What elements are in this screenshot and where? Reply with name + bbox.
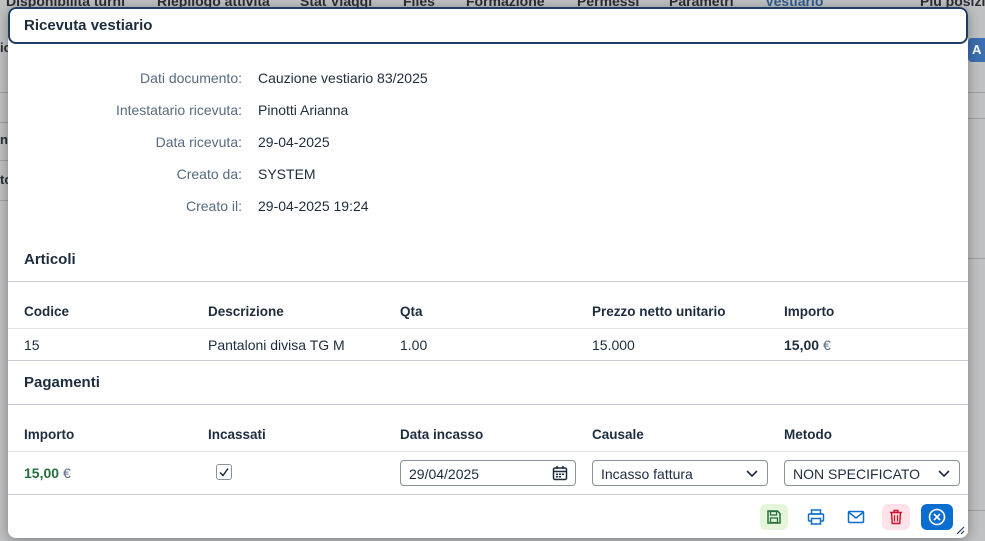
- articles-col-prezzo: Prezzo netto unitario: [592, 304, 726, 319]
- payments-col-data-incasso: Data incasso: [400, 427, 484, 442]
- detail-row-date: Data ricevuta: 29-04-2025: [8, 134, 968, 154]
- causale-select[interactable]: Incasso fattura: [592, 460, 768, 486]
- detail-label: Creato il:: [185, 198, 242, 214]
- article-importo-value: 15,00: [784, 337, 820, 353]
- delete-button[interactable]: [882, 504, 910, 530]
- bg-divider: [968, 92, 985, 93]
- payments-section-title: Pagamenti: [24, 374, 100, 391]
- save-button[interactable]: [760, 504, 788, 530]
- detail-value: SYSTEM: [258, 166, 316, 182]
- section-divider: [8, 360, 968, 361]
- incassato-checkbox[interactable]: [216, 464, 232, 480]
- currency-symbol: €: [822, 337, 831, 353]
- dialog-header[interactable]: Ricevuta vestiario: [8, 7, 968, 44]
- calendar-icon[interactable]: [552, 465, 568, 481]
- article-prezzo: 15.000: [592, 337, 635, 353]
- resize-grip-icon[interactable]: [955, 525, 965, 535]
- detail-label: Creato da:: [176, 166, 242, 182]
- table-header-divider: [8, 451, 968, 452]
- data-incasso-value: 29/04/2025: [409, 466, 480, 482]
- save-icon: [767, 510, 781, 524]
- close-circle-icon: [928, 508, 946, 526]
- payments-col-causale: Causale: [592, 427, 644, 442]
- bg-divider: [968, 118, 985, 119]
- bg-divider: [0, 92, 8, 93]
- metodo-value: NON SPECIFICATO: [793, 466, 921, 482]
- table-header-divider: [8, 328, 968, 329]
- payments-col-metodo: Metodo: [784, 427, 832, 442]
- detail-value: Pinotti Arianna: [258, 102, 349, 118]
- detail-value: 29-04-2025: [258, 134, 330, 150]
- dialog-footer: [8, 494, 968, 538]
- currency-symbol: €: [62, 465, 71, 481]
- article-descrizione: Pantaloni divisa TG M: [208, 337, 345, 353]
- section-divider: [8, 404, 968, 405]
- detail-row-created-by: Creato da: SYSTEM: [8, 166, 968, 186]
- bg-divider: [968, 510, 985, 511]
- articles-col-qta: Qta: [400, 304, 423, 319]
- payments-col-incassati: Incassati: [208, 427, 266, 442]
- article-codice: 15: [24, 337, 40, 353]
- payments-col-importo: Importo: [24, 427, 75, 442]
- close-button[interactable]: [921, 504, 953, 530]
- receipt-dialog: Ricevuta vestiario Dati documento: Cauzi…: [8, 7, 968, 538]
- causale-value: Incasso fattura: [601, 466, 693, 482]
- section-divider: [8, 281, 968, 282]
- metodo-select[interactable]: NON SPECIFICATO: [784, 460, 960, 486]
- bg-add-button[interactable]: A: [968, 38, 985, 62]
- payment-importo: 15,00 €: [24, 465, 71, 481]
- bg-divider: [0, 160, 8, 161]
- print-button[interactable]: [802, 504, 830, 530]
- dialog-title: Ricevuta vestiario: [24, 17, 153, 34]
- chevron-down-icon: [744, 465, 760, 481]
- chevron-down-icon: [936, 465, 952, 481]
- detail-label: Dati documento:: [140, 70, 242, 86]
- bg-divider: [0, 200, 8, 201]
- bg-divider: [968, 258, 985, 259]
- articles-section-title: Articoli: [24, 251, 76, 268]
- detail-value: 29-04-2025 19:24: [258, 198, 369, 214]
- email-button[interactable]: [842, 504, 870, 530]
- data-incasso-datepicker[interactable]: 29/04/2025: [400, 460, 576, 486]
- detail-label: Data ricevuta:: [155, 134, 242, 150]
- bg-divider: [0, 122, 8, 123]
- checkmark-icon: [219, 468, 229, 477]
- print-icon: [807, 509, 825, 525]
- articles-col-codice: Codice: [24, 304, 70, 319]
- article-qta: 1.00: [400, 337, 428, 353]
- payment-importo-value: 15,00: [24, 465, 60, 481]
- article-importo: 15,00 €: [784, 337, 831, 353]
- trash-icon: [890, 509, 902, 525]
- mail-icon: [847, 510, 865, 524]
- detail-label: Intestatario ricevuta:: [115, 102, 242, 118]
- detail-row-holder: Intestatario ricevuta: Pinotti Arianna: [8, 102, 968, 122]
- articles-col-importo: Importo: [784, 304, 835, 319]
- detail-row-created-at: Creato il: 29-04-2025 19:24: [8, 198, 968, 218]
- detail-value: Cauzione vestiario 83/2025: [258, 70, 428, 86]
- articles-col-descrizione: Descrizione: [208, 304, 284, 319]
- detail-row-document: Dati documento: Cauzione vestiario 83/20…: [8, 70, 968, 90]
